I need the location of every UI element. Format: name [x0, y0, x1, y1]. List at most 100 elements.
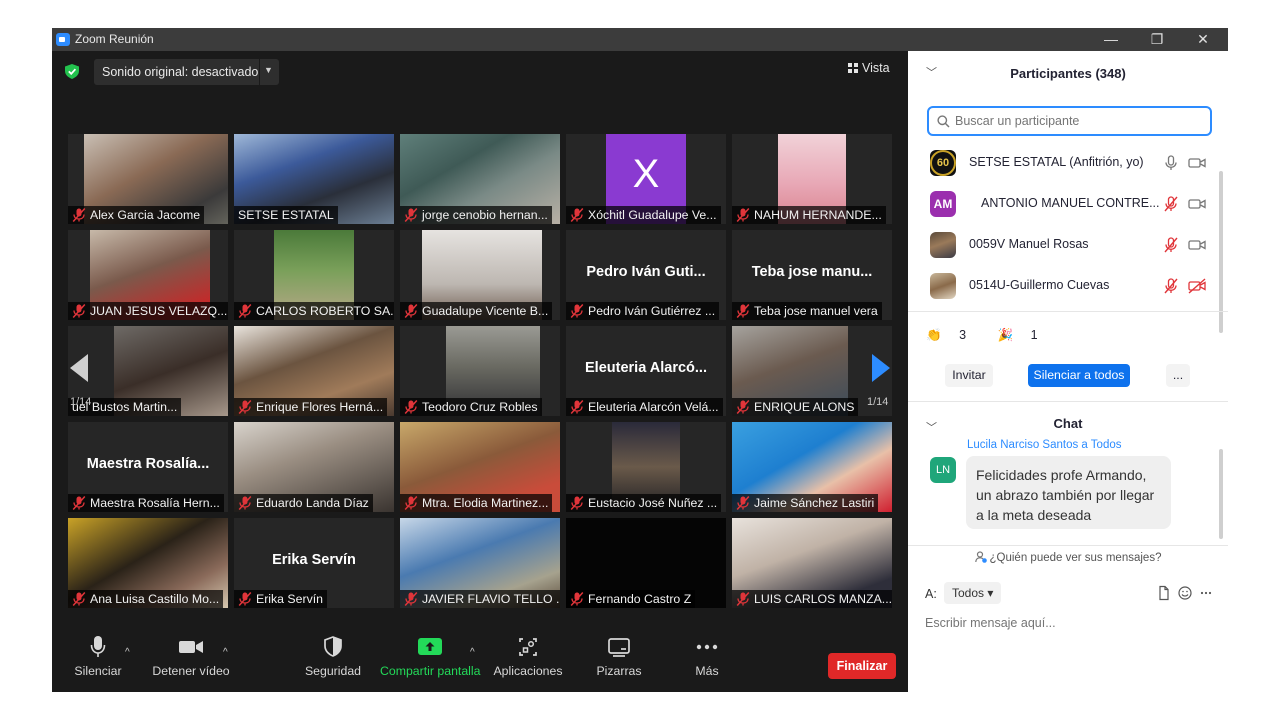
video-camera-icon[interactable]: [1188, 237, 1206, 253]
chevron-down-icon[interactable]: ▼: [264, 65, 273, 75]
more-dots-icon: [696, 644, 718, 650]
stop-video-label: Detener vídeo: [152, 664, 230, 678]
encryption-shield-icon[interactable]: [65, 64, 79, 79]
participant-video-tile[interactable]: SETSE ESTATAL: [234, 134, 394, 224]
participant-video-tile[interactable]: Fernando Castro Z: [566, 518, 726, 608]
participant-video-tile[interactable]: Erika Servín Erika Servín: [234, 518, 394, 608]
participant-video-tile[interactable]: jorge cenobio hernan...: [400, 134, 560, 224]
previous-page-arrow-icon[interactable]: [70, 354, 88, 382]
participant-search-input[interactable]: [955, 112, 1205, 130]
mute-all-button[interactable]: Silenciar a todos: [1028, 364, 1130, 387]
participant-video-tile[interactable]: Guadalupe Vicente B...: [400, 230, 560, 320]
participant-search-box[interactable]: [927, 106, 1212, 136]
divider: [908, 401, 1228, 402]
video-off-icon[interactable]: [1188, 278, 1206, 294]
video-camera-icon[interactable]: [1188, 155, 1206, 171]
next-page-arrow-icon[interactable]: [872, 354, 890, 382]
participant-name-label: Teba jose manuel vera: [732, 302, 882, 320]
participant-name: LUIS CARLOS MANZA...: [754, 592, 892, 606]
participant-video-tile[interactable]: Teba jose manu... Teba jose manuel vera: [732, 230, 892, 320]
invite-button[interactable]: Invitar: [945, 364, 993, 387]
view-button[interactable]: Vista: [848, 61, 890, 75]
participant-row[interactable]: 60 SETSE ESTATAL (Anfitrión, yo): [908, 143, 1220, 184]
participant-name: Xóchitl Guadalupe Ve...: [588, 208, 717, 222]
muted-microphone-icon: [72, 208, 86, 222]
participant-video-tile[interactable]: Eleuteria Alarcó... Eleuteria Alarcón Vel…: [566, 326, 726, 416]
video-options-caret-icon[interactable]: ^: [223, 647, 228, 658]
close-button[interactable]: ✕: [1180, 28, 1226, 51]
search-icon: [937, 115, 950, 128]
title-bar: Zoom Reunión — ❐ ✕: [52, 28, 1228, 51]
more-dots-icon[interactable]: [1200, 591, 1212, 595]
muted-microphone-icon: [736, 304, 750, 318]
participant-display-name: Eleuteria Alarcó...: [585, 360, 707, 376]
participant-video-tile[interactable]: Mtra. Elodia Martinez...: [400, 422, 560, 512]
muted-microphone-icon: [404, 496, 418, 510]
participant-name: JUAN JESUS VELAZQ...: [90, 304, 228, 318]
participant-row[interactable]: 0059V Manuel Rosas: [908, 225, 1220, 266]
stop-video-button[interactable]: Detener vídeo: [150, 634, 232, 678]
share-screen-icon: [418, 638, 442, 655]
participant-video-tile[interactable]: Maestra Rosalía... Maestra Rosalía Hern..…: [68, 422, 228, 512]
participants-scrollbar[interactable]: [1219, 171, 1223, 333]
more-options-button[interactable]: ...: [1166, 364, 1190, 387]
chat-message: Felicidades profe Armando, un abrazo tam…: [966, 456, 1171, 529]
participant-name: JAVIER FLAVIO TELLO ...: [422, 592, 560, 606]
security-button[interactable]: Seguridad: [302, 634, 364, 678]
end-meeting-button[interactable]: Finalizar: [828, 653, 896, 679]
participant-video-tile[interactable]: CARLOS ROBERTO SA...: [234, 230, 394, 320]
participant-video-tile[interactable]: NAHUM HERNANDE...: [732, 134, 892, 224]
share-options-caret-icon[interactable]: ^: [470, 647, 475, 658]
participant-row[interactable]: AM ANTONIO MANUEL CONTRE...: [908, 184, 1220, 225]
participant-video-tile[interactable]: JAVIER FLAVIO TELLO ...: [400, 518, 560, 608]
muted-microphone-icon[interactable]: [1164, 278, 1178, 294]
muted-microphone-icon[interactable]: [1164, 196, 1178, 212]
participant-row[interactable]: 0514U-Guillermo Cuevas: [908, 266, 1220, 307]
participant-video-tile[interactable]: X Xóchitl Guadalupe Ve...: [566, 134, 726, 224]
tada-count: 1: [1030, 328, 1038, 342]
security-label: Seguridad: [304, 664, 362, 678]
participant-display-name: Erika Servín: [272, 552, 356, 568]
participant-name-label: Mtra. Elodia Martinez...: [400, 494, 553, 512]
page-indicator-right: 1/14: [867, 396, 889, 408]
participant-video-tile[interactable]: Teodoro Cruz Robles: [400, 326, 560, 416]
participant-video-tile[interactable]: Ana Luisa Castillo Mo...: [68, 518, 228, 608]
participant-name: CARLOS ROBERTO SA...: [256, 304, 394, 318]
zoom-window: Zoom Reunión — ❐ ✕ Sonido original: desa…: [52, 28, 1228, 692]
participant-video-tile[interactable]: Alex Garcia Jacome: [68, 134, 228, 224]
more-button[interactable]: Más: [682, 634, 732, 678]
whiteboard-icon: [608, 638, 630, 657]
apps-button[interactable]: Aplicaciones: [492, 634, 564, 678]
emoji-icon[interactable]: [1178, 586, 1192, 600]
share-screen-button[interactable]: Compartir pantalla: [380, 634, 480, 678]
video-camera-icon[interactable]: [1188, 196, 1206, 212]
who-can-see-link[interactable]: ¿Quién puede ver sus mensajes?: [908, 551, 1228, 564]
chat-scrollbar[interactable]: [1219, 449, 1223, 539]
participant-video-tile[interactable]: Eduardo Landa Díaz: [234, 422, 394, 512]
mute-label: Silenciar: [74, 664, 122, 678]
avatar: [930, 232, 956, 258]
mute-button[interactable]: Silenciar: [70, 634, 126, 678]
participant-name: Ana Luisa Castillo Mo...: [90, 592, 220, 606]
participant-video-tile[interactable]: Enrique Flores Herná...: [234, 326, 394, 416]
recipient-dropdown[interactable]: Todos ▾: [944, 582, 1002, 604]
chat-tools: [1159, 585, 1212, 601]
participant-video-tile[interactable]: JUAN JESUS VELAZQ...: [68, 230, 228, 320]
audio-options-caret-icon[interactable]: ^: [125, 647, 130, 658]
participant-video-tile[interactable]: LUIS CARLOS MANZA...: [732, 518, 892, 608]
participant-name: Guadalupe Vicente B...: [422, 304, 549, 318]
chat-message-input[interactable]: [925, 613, 1205, 633]
participant-name: Alex Garcia Jacome: [90, 208, 201, 222]
microphone-icon[interactable]: [1164, 155, 1178, 171]
whiteboards-button[interactable]: Pizarras: [590, 634, 648, 678]
original-sound-button[interactable]: Sonido original: desactivado ▼: [94, 59, 279, 85]
participant-name: SETSE ESTATAL: [238, 208, 334, 222]
restore-button[interactable]: ❐: [1134, 28, 1180, 51]
participant-video-tile[interactable]: Pedro Iván Guti... Pedro Iván Gutiérrez .…: [566, 230, 726, 320]
file-icon[interactable]: [1159, 585, 1169, 601]
participant-video-tile[interactable]: uel Bustos Martin...: [68, 326, 228, 416]
participant-video-tile[interactable]: Jaime Sánchez Lastiri: [732, 422, 892, 512]
minimize-button[interactable]: —: [1088, 28, 1134, 51]
participant-video-tile[interactable]: Eustacio José Nuñez ...: [566, 422, 726, 512]
muted-microphone-icon[interactable]: [1164, 237, 1178, 253]
